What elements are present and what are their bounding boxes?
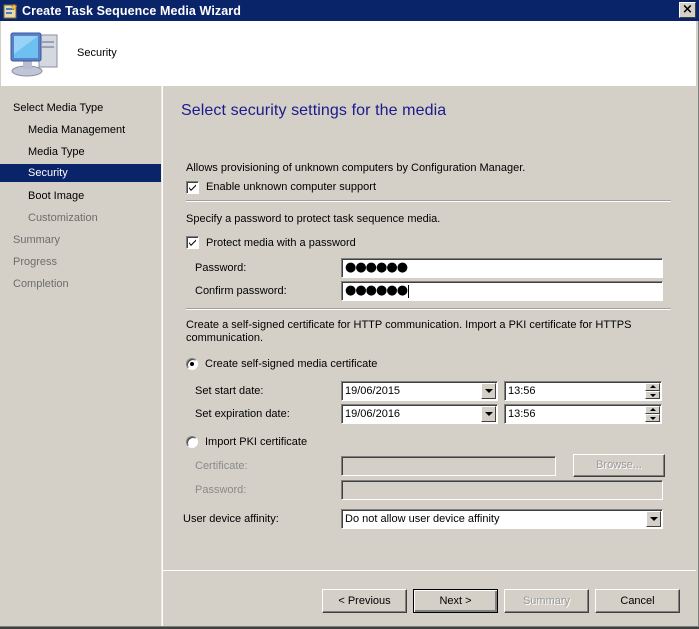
nav-item-select-media-type[interactable]: Select Media Type (0, 99, 161, 117)
previous-button[interactable]: < Previous (322, 589, 407, 613)
certificate-password-label: Password: (195, 484, 247, 496)
step-title: Security (77, 47, 117, 59)
password-description: Specify a password to protect task seque… (186, 213, 441, 225)
window-title: Create Task Sequence Media Wizard (22, 3, 242, 18)
password-value: ●●●●●● (345, 260, 408, 275)
start-time-input[interactable]: 13:56 (504, 381, 662, 401)
spin-down-icon[interactable] (645, 391, 660, 399)
confirm-password-input[interactable]: ●●●●●● (341, 281, 663, 301)
section-divider (186, 308, 671, 310)
nav-item-boot-image[interactable]: Boot Image (0, 187, 161, 205)
user-device-affinity-select[interactable]: Do not allow user device affinity (341, 509, 663, 529)
start-date-label: Set start date: (195, 385, 264, 397)
password-label: Password: (195, 262, 247, 274)
nav-divider (161, 86, 163, 627)
confirm-password-label: Confirm password: (195, 285, 287, 297)
cancel-button[interactable]: Cancel (595, 589, 680, 613)
start-time-spinner[interactable] (645, 383, 660, 399)
confirm-password-value: ●●●●●● (345, 283, 408, 298)
text-caret (408, 284, 410, 298)
certificate-path-input (341, 456, 556, 476)
certificate-label: Certificate: (195, 460, 248, 472)
radio-selected-dot (190, 362, 194, 366)
protect-with-password-label[interactable]: Protect media with a password (206, 237, 356, 249)
nav-item-completion: Completion (13, 278, 69, 290)
chevron-down-icon[interactable] (646, 511, 661, 527)
spin-up-icon[interactable] (645, 406, 660, 414)
page-title: Select security settings for the media (181, 102, 447, 119)
summary-button: Summary (504, 589, 589, 613)
import-pki-certificate-label[interactable]: Import PKI certificate (205, 436, 307, 448)
protect-with-password-checkbox[interactable] (186, 236, 199, 249)
next-button[interactable]: Next > (413, 589, 498, 613)
section-divider (186, 200, 671, 202)
enable-unknown-computer-checkbox[interactable] (186, 181, 199, 194)
expiration-date-dropdown-arrow-icon[interactable] (481, 406, 496, 422)
start-time-value: 13:56 (508, 385, 536, 397)
password-input[interactable]: ●●●●●● (341, 258, 663, 278)
expiration-time-value: 13:56 (508, 408, 536, 420)
browse-button: Browse... (573, 454, 665, 477)
nav-item-security[interactable]: Security (0, 164, 161, 182)
checkmark-icon (189, 239, 196, 246)
user-device-affinity-value: Do not allow user device affinity (345, 513, 500, 525)
title-bar: Create Task Sequence Media Wizard × (0, 0, 699, 21)
close-icon: × (682, 2, 693, 17)
wizard-steps-nav: Select Media Type Media Management Media… (0, 86, 161, 629)
start-date-picker[interactable]: 19/06/2015 (341, 381, 498, 401)
certificate-description-line1: Create a self-signed certificate for HTT… (186, 319, 632, 331)
start-date-dropdown-arrow-icon[interactable] (481, 383, 496, 399)
self-signed-certificate-label[interactable]: Create self-signed media certificate (205, 358, 377, 370)
user-device-affinity-label: User device affinity: (183, 513, 279, 525)
nav-item-media-management[interactable]: Media Management (0, 121, 161, 139)
unknown-computer-description: Allows provisioning of unknown computers… (186, 162, 526, 174)
footer-divider (163, 570, 699, 572)
expiration-time-spinner[interactable] (645, 406, 660, 422)
certificate-description-line2: communication. (186, 332, 264, 344)
wizard-header: Security (0, 21, 699, 86)
nav-item-media-type[interactable]: Media Type (0, 143, 161, 161)
certificate-password-input (341, 480, 663, 500)
checkmark-icon (189, 184, 196, 191)
close-button[interactable]: × (679, 2, 696, 18)
start-date-value: 19/06/2015 (345, 385, 401, 397)
expiration-date-value: 19/06/2016 (345, 408, 401, 420)
spin-down-icon[interactable] (645, 414, 660, 422)
expiration-date-picker[interactable]: 19/06/2016 (341, 404, 498, 424)
wizard-icon (3, 3, 19, 19)
expiration-date-label: Set expiration date: (195, 408, 290, 420)
computer-icon (9, 29, 61, 79)
spin-up-icon[interactable] (645, 383, 660, 391)
enable-unknown-computer-label[interactable]: Enable unknown computer support (206, 181, 376, 193)
nav-item-summary: Summary (13, 234, 61, 246)
expiration-time-input[interactable]: 13:56 (504, 404, 662, 424)
self-signed-certificate-radio[interactable] (186, 358, 198, 370)
nav-item-customization: Customization (28, 212, 98, 224)
nav-item-progress: Progress (13, 256, 58, 268)
import-pki-certificate-radio[interactable] (186, 436, 198, 448)
